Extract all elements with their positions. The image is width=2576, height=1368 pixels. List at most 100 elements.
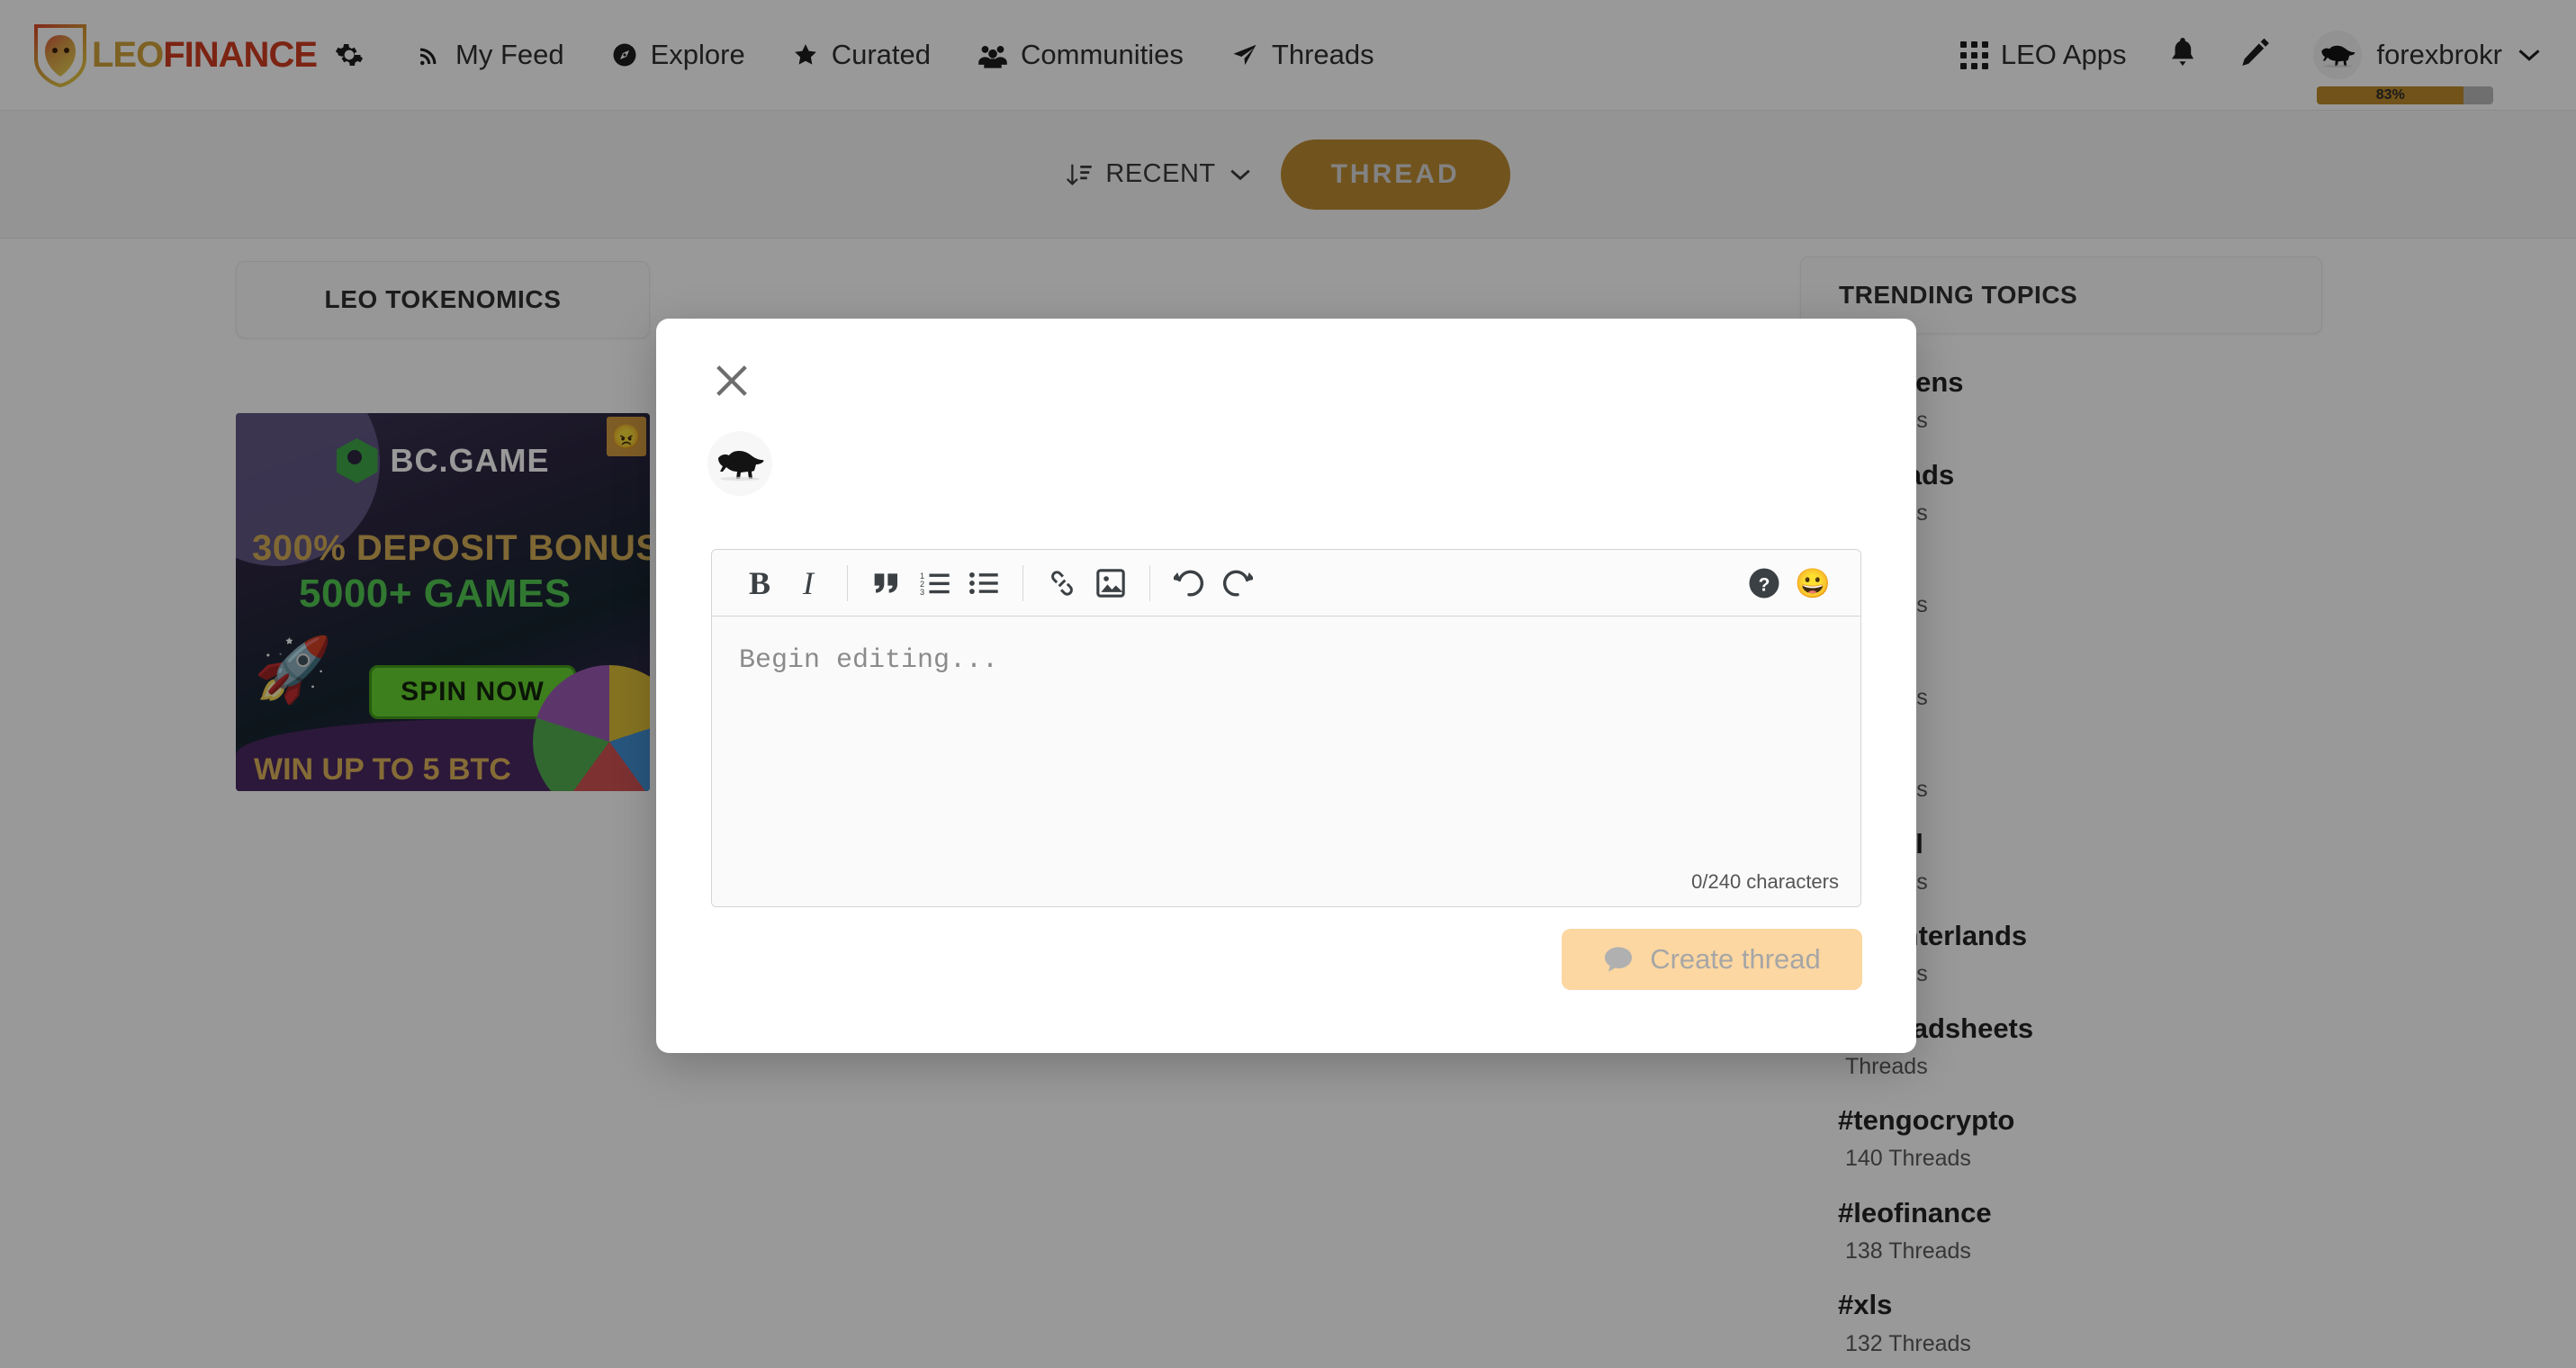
left-column: LEO TOKENOMICS BC.GAME 300% DEPOSIT BONU…	[236, 261, 650, 791]
bold-button[interactable]: B	[735, 559, 784, 608]
sort-dropdown[interactable]: RECENT	[1066, 159, 1251, 189]
nav-item-explore-label: Explore	[650, 39, 745, 70]
leo-tokenomics-card[interactable]: LEO TOKENOMICS	[236, 261, 650, 338]
link-icon	[1051, 570, 1073, 596]
voting-power-label: 83%	[2375, 87, 2405, 103]
redo-icon	[1223, 570, 1253, 596]
emoji-button[interactable]: 😀	[1788, 559, 1837, 608]
toolbar-divider	[847, 564, 848, 601]
star-icon	[794, 44, 816, 65]
brand-leo-text: LEO	[92, 34, 164, 75]
quote-icon	[874, 572, 897, 593]
nav-item-curated[interactable]: Curated	[792, 39, 931, 71]
paper-plane-icon	[1233, 44, 1256, 66]
user-menu[interactable]: forexbrokr 83%	[2313, 31, 2542, 104]
leo-apps-label: LEO Apps	[2000, 39, 2127, 70]
link-button[interactable]	[1038, 559, 1086, 608]
bell-icon	[2172, 37, 2194, 66]
bc-game-logo-icon	[336, 438, 378, 483]
nav-item-my-feed-label: My Feed	[455, 39, 564, 70]
svg-text:?: ?	[1759, 574, 1770, 595]
compose-button[interactable]	[2239, 36, 2272, 75]
create-thread-label: Create thread	[1650, 943, 1821, 975]
sort-desc-icon	[1067, 164, 1093, 185]
nav-item-explore[interactable]: Explore	[611, 39, 745, 71]
ad-mask-icon: 😠	[607, 417, 646, 456]
toolbar-divider	[1022, 564, 1023, 601]
trending-topic-count: 138 Threads	[1845, 1238, 1971, 1264]
bullet-list-icon	[969, 572, 998, 594]
ad-footer-text: WIN UP TO 5 BTC	[254, 752, 511, 787]
help-button[interactable]: ?	[1740, 559, 1788, 608]
undo-icon	[1174, 570, 1203, 596]
trending-topic-item[interactable]: #xls 132 Threads	[1838, 1283, 2322, 1361]
trending-topic-item[interactable]: #leofinance 138 Threads	[1838, 1192, 2322, 1269]
help-circle-icon: ?	[1749, 568, 1779, 598]
ad-astronaut-icon: 🚀	[254, 634, 333, 705]
username-label: forexbrokr	[2376, 39, 2502, 70]
emoji-icon: 😀	[1795, 566, 1831, 599]
avatar	[2313, 31, 2363, 79]
ad-subheadline: 5000+ GAMES	[299, 572, 572, 616]
brand-text: LEOFINANCE	[92, 34, 318, 76]
ad-banner[interactable]: BC.GAME 300% DEPOSIT BONUS 5000+ GAMES 🚀…	[236, 413, 650, 791]
toolbar-divider	[1149, 564, 1150, 601]
compass-icon	[613, 43, 636, 67]
pencil-icon	[2242, 38, 2270, 66]
lion-logo-icon	[34, 24, 86, 87]
navbar-right: LEO Apps forexbrokr 83%	[1959, 31, 2542, 104]
bull-avatar-icon	[2321, 45, 2355, 68]
trending-topic-tag: #leofinance	[1838, 1196, 1992, 1228]
voting-power-fill: 83%	[2317, 86, 2464, 104]
leo-apps-button[interactable]: LEO Apps	[1959, 39, 2127, 71]
brand-finance-text: FINANCE	[163, 34, 318, 75]
redo-button[interactable]	[1213, 559, 1262, 608]
chevron-down-icon	[2518, 50, 2540, 61]
rss-icon	[420, 48, 437, 66]
image-icon	[1096, 568, 1125, 598]
ad-brand-row: BC.GAME	[236, 438, 650, 483]
grid-apps-icon	[1959, 40, 1988, 69]
close-button[interactable]	[711, 360, 752, 401]
voting-power-bar: 83%	[2317, 86, 2494, 104]
brand-logo[interactable]: LEOFINANCE	[32, 22, 318, 87]
trending-topic-count: Threads	[1845, 1053, 1928, 1079]
thread-editor: B I 1 2 3 ? 😀 Begin editing... 0/240 cha…	[711, 549, 1861, 907]
thread-button[interactable]: THREAD	[1280, 139, 1510, 210]
nav-item-threads[interactable]: Threads	[1230, 39, 1374, 71]
nav-item-communities-label: Communities	[1021, 39, 1184, 70]
ordered-list-icon: 1 2 3	[920, 571, 950, 597]
chevron-down-icon	[1229, 169, 1250, 180]
nav-item-communities[interactable]: Communities	[977, 39, 1184, 71]
bullet-list-button[interactable]	[959, 559, 1008, 608]
nav-item-my-feed[interactable]: My Feed	[416, 39, 564, 71]
sub-header: RECENT THREAD	[0, 111, 2576, 238]
ordered-list-button[interactable]: 1 2 3	[911, 559, 959, 608]
character-counter: 0/240 characters	[1691, 870, 1839, 893]
trending-topic-count: 132 Threads	[1845, 1330, 1971, 1356]
comment-icon	[1605, 947, 1633, 972]
modal-user-avatar	[707, 431, 772, 496]
notifications-button[interactable]	[2167, 36, 2198, 75]
bull-avatar-icon	[718, 451, 764, 482]
editor-textarea[interactable]: Begin editing... 0/240 characters	[712, 616, 1860, 906]
nav-links: My Feed Explore Curated Communities Thre…	[416, 39, 1374, 71]
settings-button[interactable]	[335, 40, 364, 69]
undo-button[interactable]	[1165, 559, 1213, 608]
bold-icon: B	[748, 564, 770, 601]
italic-icon: I	[803, 564, 814, 601]
create-thread-button[interactable]: Create thread	[1562, 929, 1862, 990]
top-navbar: LEOFINANCE My Feed Explore Curated Commu…	[0, 0, 2576, 111]
users-icon	[978, 46, 1007, 68]
blockquote-button[interactable]	[862, 559, 911, 608]
gear-icon	[335, 44, 364, 66]
ad-headline: 300% DEPOSIT BONUS	[252, 528, 650, 568]
svg-text:3: 3	[920, 588, 924, 597]
close-icon	[716, 365, 747, 396]
nav-item-threads-label: Threads	[1271, 39, 1374, 70]
trending-topic-count: 140 Threads	[1845, 1146, 1971, 1172]
image-button[interactable]	[1086, 559, 1135, 608]
trending-topic-item[interactable]: #tengocrypto 140 Threads	[1838, 1099, 2322, 1176]
italic-button[interactable]: I	[784, 559, 833, 608]
sort-label: RECENT	[1105, 159, 1216, 188]
